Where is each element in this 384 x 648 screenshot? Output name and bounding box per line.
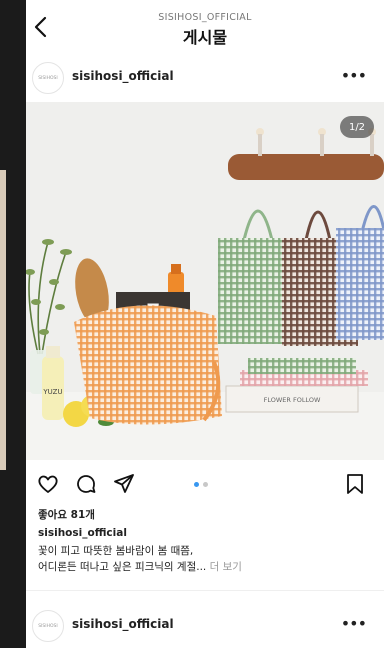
- phone-bezel: [0, 0, 26, 648]
- more-icon: •••: [340, 614, 367, 633]
- phone-screen: SISIHOSI_OFFICIAL 게시물 SISIHOSI sisihosi_…: [26, 0, 384, 648]
- caption-line-2: 어디론든 떠나고 싶은 피크닉의 계절... 더 보기: [38, 559, 242, 574]
- carousel-dot-active: [194, 482, 199, 487]
- caption-text: 어디론든 떠나고 싶은 피크닉의 계절...: [38, 561, 207, 573]
- page-title: 게시물: [182, 28, 228, 47]
- more-icon: •••: [340, 66, 367, 85]
- carousel-dots: [194, 482, 208, 487]
- caption-line-1: 꽃이 피고 따뜻한 봄바람이 봄 때쯤,: [38, 545, 194, 557]
- book-title: FLOWER FOLLOW: [264, 396, 321, 404]
- heart-icon: [38, 475, 58, 493]
- comment-icon: [77, 475, 96, 493]
- post-header: SISIHOSI sisihosi_official •••: [26, 54, 384, 102]
- post-divider: [26, 590, 384, 591]
- post-username[interactable]: sisihosi_official: [72, 69, 174, 83]
- more-link[interactable]: 더 보기: [210, 561, 242, 573]
- likes-count[interactable]: 좋아요 81개: [38, 507, 95, 522]
- caption-username[interactable]: sisihosi_official: [38, 527, 127, 539]
- carousel-dot: [203, 482, 208, 487]
- more-options-button[interactable]: •••: [340, 66, 367, 85]
- next-post-more-button[interactable]: •••: [340, 614, 367, 633]
- top-bar: SISIHOSI_OFFICIAL 게시물: [26, 0, 384, 54]
- photo-illustration: YUZU F FLOWER FOLLOW: [26, 102, 384, 460]
- share-icon: [114, 474, 134, 493]
- avatar[interactable]: SISIHOSI: [32, 62, 64, 94]
- page-indicator: 1/2: [340, 116, 374, 138]
- account-name: SISIHOSI_OFFICIAL: [158, 12, 252, 23]
- share-button[interactable]: [112, 472, 136, 500]
- post-photo[interactable]: YUZU F FLOWER FOLLOW 1/2: [26, 102, 384, 460]
- next-post-header: SISIHOSI sisihosi_official •••: [26, 602, 384, 648]
- bottle-label: YUZU: [42, 388, 62, 396]
- next-post-username[interactable]: sisihosi_official: [72, 617, 174, 631]
- bookmark-icon: [347, 474, 363, 494]
- next-post-avatar[interactable]: SISIHOSI: [32, 610, 64, 642]
- like-button[interactable]: [36, 472, 60, 500]
- post-actions: [26, 466, 384, 502]
- comment-button[interactable]: [74, 472, 98, 500]
- bookmark-button[interactable]: [344, 472, 366, 500]
